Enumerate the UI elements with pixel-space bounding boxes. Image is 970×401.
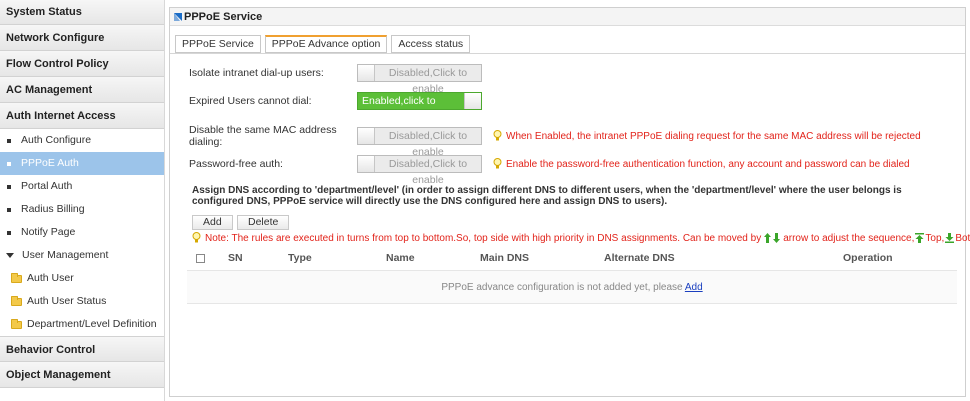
column-operation: Operation xyxy=(843,252,893,264)
sidebar-header-network-configure[interactable]: Network Configure xyxy=(0,25,164,51)
sidebar: System Status Network Configure Flow Con… xyxy=(0,0,165,401)
note-top-text: Top, xyxy=(925,232,945,244)
sidebar-item-user-management[interactable]: User Management xyxy=(0,244,164,267)
note-text: Note: The rules are executed in turns fr… xyxy=(205,232,762,244)
delete-button[interactable]: Delete xyxy=(237,215,290,230)
lightbulb-icon xyxy=(493,130,502,141)
dns-assign-description: Assign DNS according to 'department/leve… xyxy=(192,185,902,207)
toggle-text: Disabled,Click to enable xyxy=(375,128,481,158)
toggle-knob xyxy=(358,128,375,144)
column-alternate-dns: Alternate DNS xyxy=(604,252,675,264)
expired-users-toggle[interactable]: Enabled,click to disable xyxy=(357,92,482,123)
sidebar-subitem-auth-user[interactable]: Auth User xyxy=(0,267,164,290)
tab-pppoe-advance-option[interactable]: PPPoE Advance option xyxy=(264,35,388,53)
dns-note: Note: The rules are executed in turns fr… xyxy=(192,232,970,244)
sidebar-header-object-management[interactable]: Object Management xyxy=(0,362,164,388)
folder-icon xyxy=(11,272,22,283)
chevron-down-icon xyxy=(6,253,14,258)
bullet-icon xyxy=(7,184,11,189)
hint-text: Enable the password-free authentication … xyxy=(506,158,910,170)
setting-label: Isolate intranet dial-up users: xyxy=(189,67,324,79)
lightbulb-icon xyxy=(192,232,201,243)
sidebar-header-flow-control[interactable]: Flow Control Policy xyxy=(0,51,164,77)
sidebar-subitem-department-level[interactable]: Department/Level Definition xyxy=(0,313,164,336)
bullet-icon xyxy=(7,138,11,143)
tab-bar: PPPoE Service PPPoE Advance option Acces… xyxy=(175,35,474,53)
sidebar-header-behavior-control[interactable]: Behavior Control xyxy=(0,336,164,362)
toggle-knob xyxy=(358,65,375,81)
sidebar-header-system-status[interactable]: System Status xyxy=(0,0,164,25)
sidebar-item-auth-configure[interactable]: Auth Configure xyxy=(0,129,164,152)
sidebar-subitem-label: Department/Level Definition xyxy=(27,318,157,330)
toggle-knob xyxy=(464,93,481,109)
same-mac-hint: When Enabled, the intranet PPPoE dialing… xyxy=(493,130,921,142)
sidebar-subitem-label: Auth User xyxy=(27,272,74,284)
sidebar-item-portal-auth[interactable]: Portal Auth xyxy=(0,175,164,198)
bullet-icon xyxy=(7,161,11,166)
sidebar-item-label: Notify Page xyxy=(21,226,76,238)
note-bottom-text: Bottom xyxy=(955,232,970,244)
sidebar-item-pppoe-auth[interactable]: PPPoE Auth xyxy=(0,152,164,175)
sidebar-item-label: User Management xyxy=(22,249,109,261)
panel-title-bar: PPPoE Service xyxy=(170,8,965,26)
toggle-text: Enabled,click to disable xyxy=(358,93,464,123)
sidebar-item-label: Auth Configure xyxy=(21,134,92,146)
setting-same-mac: Disable the same MAC address dialing: Di… xyxy=(189,124,921,158)
folder-icon xyxy=(11,318,22,329)
isolate-toggle[interactable]: Disabled,Click to enable xyxy=(357,64,482,95)
setting-isolate: Isolate intranet dial-up users: Disabled… xyxy=(189,64,482,95)
main-panel: PPPoE Service PPPoE Service PPPoE Advanc… xyxy=(169,7,970,397)
setting-label: Expired Users cannot dial: xyxy=(189,95,312,107)
password-free-toggle[interactable]: Disabled,Click to enable xyxy=(357,155,482,186)
setting-label: Password-free auth: xyxy=(189,158,283,170)
same-mac-toggle[interactable]: Disabled,Click to enable xyxy=(357,127,482,158)
sidebar-header-ac-management[interactable]: AC Management xyxy=(0,77,164,103)
move-bottom-icon xyxy=(945,233,955,243)
bullet-icon xyxy=(7,230,11,235)
arrow-icon xyxy=(174,12,182,21)
select-all-checkbox[interactable] xyxy=(196,253,205,263)
tab-pppoe-service[interactable]: PPPoE Service xyxy=(175,35,261,53)
sidebar-item-label: PPPoE Auth xyxy=(21,157,79,169)
toggle-text: Disabled,Click to enable xyxy=(375,65,481,95)
dns-table-header: SN Type Name Main DNS Alternate DNS Oper… xyxy=(187,248,957,268)
lightbulb-icon xyxy=(493,158,502,169)
empty-text: PPPoE advance configuration is not added… xyxy=(441,282,683,293)
column-sn: SN xyxy=(228,252,243,264)
tab-access-status[interactable]: Access status xyxy=(391,35,471,53)
bullet-icon xyxy=(7,207,11,212)
page-title: PPPoE Service xyxy=(184,10,263,23)
sidebar-item-notify-page[interactable]: Notify Page xyxy=(0,221,164,244)
folder-icon xyxy=(11,295,22,306)
setting-password-free: Password-free auth: Disabled,Click to en… xyxy=(189,155,910,186)
sidebar-subitem-label: Auth User Status xyxy=(27,295,107,307)
arrow-down-icon xyxy=(773,233,781,243)
empty-table-message: PPPoE advance configuration is not added… xyxy=(187,270,957,304)
column-name: Name xyxy=(386,252,415,264)
password-free-hint: Enable the password-free authentication … xyxy=(493,158,910,170)
add-button[interactable]: Add xyxy=(192,215,233,230)
sidebar-header-auth-internet-access[interactable]: Auth Internet Access xyxy=(0,103,164,129)
toggle-knob xyxy=(358,156,375,172)
sidebar-item-radius-billing[interactable]: Radius Billing xyxy=(0,198,164,221)
move-top-icon xyxy=(915,233,925,243)
toggle-text: Disabled,Click to enable xyxy=(375,156,481,186)
tab-divider xyxy=(170,53,965,54)
arrow-up-icon xyxy=(764,233,772,243)
setting-label: Disable the same MAC address dialing: xyxy=(189,124,337,148)
sidebar-subitem-auth-user-status[interactable]: Auth User Status xyxy=(0,290,164,313)
sidebar-item-label: Radius Billing xyxy=(21,203,85,215)
setting-expired-users: Expired Users cannot dial: Enabled,click… xyxy=(189,92,482,123)
column-type: Type xyxy=(288,252,312,264)
hint-text: When Enabled, the intranet PPPoE dialing… xyxy=(506,130,921,142)
sidebar-item-label: Portal Auth xyxy=(21,180,73,192)
note-arrows-text: arrow to adjust the sequence, xyxy=(783,232,915,244)
column-main-dns: Main DNS xyxy=(480,252,530,264)
add-link[interactable]: Add xyxy=(685,282,703,293)
